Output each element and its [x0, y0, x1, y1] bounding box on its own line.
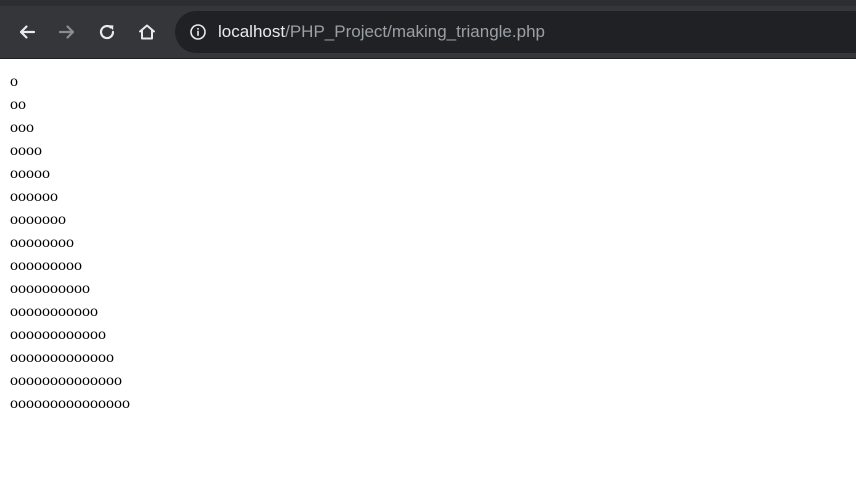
url-path: /PHP_Project/making_triangle.php [285, 22, 545, 41]
triangle-row: ooooooooooo [10, 303, 98, 320]
url-host: localhost [218, 22, 286, 41]
address-bar[interactable]: localhost/PHP_Project/making_triangle.ph… [175, 11, 856, 53]
triangle-row: o [10, 73, 18, 90]
url-text[interactable]: localhost/PHP_Project/making_triangle.ph… [218, 11, 545, 53]
triangle-row: ooooo [10, 165, 50, 182]
triangle-row: ooooooooooooooo [10, 395, 130, 412]
triangle-row: ooooooo [10, 211, 66, 228]
page-content: o oo ooo oooo ooooo oooooo ooooooo oooooooo oooo… [0, 59, 856, 486]
browser-toolbar: localhost/PHP_Project/making_triangle.ph… [0, 6, 856, 58]
back-button[interactable] [12, 17, 42, 47]
triangle-row: oooooooo [10, 234, 74, 251]
triangle-output: o oo ooo oooo ooooo oooooo ooooooo oooooooo oooo… [10, 70, 130, 415]
arrow-right-icon [58, 25, 75, 39]
reload-button[interactable] [92, 17, 122, 47]
arrow-left-icon [19, 25, 36, 39]
forward-button[interactable] [52, 17, 82, 47]
triangle-row: oooooo [10, 188, 58, 205]
home-icon [139, 24, 155, 40]
triangle-row: oooooooooooooo [10, 372, 122, 389]
home-button[interactable] [132, 17, 162, 47]
triangle-row: oo [10, 96, 26, 113]
info-icon[interactable] [189, 23, 207, 41]
triangle-row: oooooooooooo [10, 326, 106, 343]
triangle-row: ooo [10, 119, 34, 136]
triangle-row: oooo [10, 142, 42, 159]
triangle-row: oooooooooo [10, 280, 90, 297]
triangle-row: ooooooooo [10, 257, 82, 274]
reload-icon [99, 24, 115, 40]
triangle-row: ooooooooooooo [10, 349, 114, 366]
